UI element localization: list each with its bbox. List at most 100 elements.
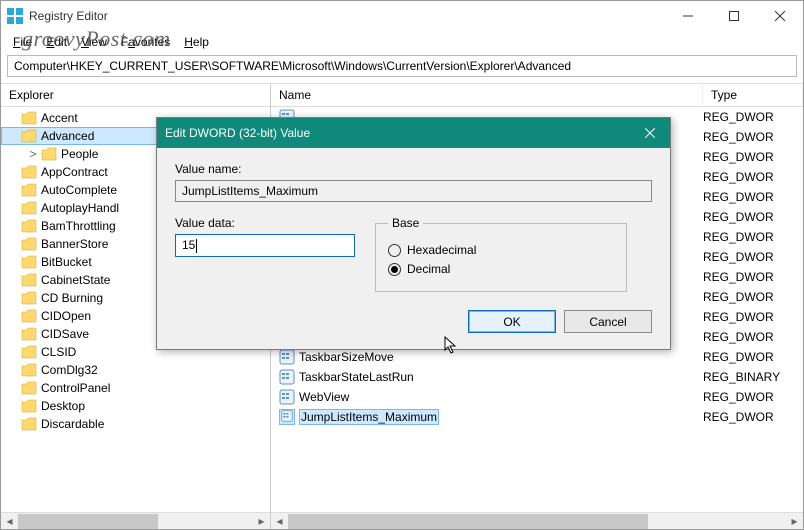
tree-scrollbar[interactable]: ◂ ▸ [1, 512, 270, 529]
base-hex-radio[interactable]: Hexadecimal [388, 243, 614, 257]
folder-icon [41, 147, 57, 161]
value-type: REG_DWOR [703, 190, 803, 204]
column-type[interactable]: Type [703, 84, 803, 106]
radio-icon [388, 263, 401, 276]
value-type: REG_DWOR [703, 310, 803, 324]
value-name-label: Value name: [175, 162, 652, 176]
radio-label: Decimal [407, 262, 450, 276]
dialog-close-button[interactable] [630, 118, 670, 148]
folder-icon [21, 363, 37, 377]
tree-item-label: Discardable [41, 417, 104, 431]
registry-value-icon [279, 369, 295, 385]
value-name: JumpListItems_Maximum [299, 409, 439, 425]
menu-bar: File Edit View Favorites Help [1, 31, 803, 53]
folder-icon [21, 255, 37, 269]
tree-item-label: People [61, 147, 98, 161]
close-button[interactable] [757, 1, 803, 31]
folder-icon [21, 273, 37, 287]
tree-item-label: AutoplayHandl [41, 201, 119, 215]
tree-item-label: CD Burning [41, 291, 103, 305]
scroll-thumb[interactable] [18, 514, 158, 529]
tree-item-label: BitBucket [41, 255, 92, 269]
value-type: REG_DWOR [703, 290, 803, 304]
folder-icon [21, 129, 37, 143]
address-bar[interactable]: Computer\HKEY_CURRENT_USER\SOFTWARE\Micr… [7, 55, 797, 77]
value-name: WebView [299, 390, 349, 404]
value-name: TaskbarSizeMove [299, 350, 394, 364]
folder-icon [21, 399, 37, 413]
scroll-right-icon[interactable]: ▸ [786, 513, 803, 530]
menu-favorites[interactable]: Favorites [115, 33, 176, 51]
app-title: Registry Editor [29, 9, 665, 23]
registry-editor-icon [7, 8, 23, 24]
folder-icon [21, 183, 37, 197]
folder-icon [21, 417, 37, 431]
value-type: REG_DWOR [703, 110, 803, 124]
scroll-left-icon[interactable]: ◂ [1, 513, 18, 530]
value-type: REG_BINARY [703, 370, 803, 384]
maximize-button[interactable] [711, 1, 757, 31]
tree-item-label: CIDSave [41, 327, 89, 341]
expander-icon[interactable]: > [27, 147, 39, 161]
cancel-button[interactable]: Cancel [564, 310, 652, 333]
dialog-buttons: OK Cancel [175, 310, 652, 333]
tree-item[interactable]: Discardable [1, 415, 270, 433]
tree-item[interactable]: ControlPanel [1, 379, 270, 397]
value-type: REG_DWOR [703, 390, 803, 404]
tree-item-label: CabinetState [41, 273, 110, 287]
folder-icon [21, 237, 37, 251]
folder-icon [21, 309, 37, 323]
list-scrollbar[interactable]: ◂ ▸ [271, 512, 803, 529]
value-name-field[interactable]: JumpListItems_Maximum [175, 180, 652, 202]
menu-help[interactable]: Help [178, 33, 215, 51]
base-decimal-radio[interactable]: Decimal [388, 262, 614, 276]
value-type: REG_DWOR [703, 410, 803, 424]
value-type: REG_DWOR [703, 230, 803, 244]
list-row[interactable]: JumpListItems_Maximum REG_DWOR [271, 407, 803, 427]
tree-item-label: BamThrottling [41, 219, 116, 233]
tree-item-label: CLSID [41, 345, 76, 359]
radio-icon [388, 244, 401, 257]
value-type: REG_DWOR [703, 270, 803, 284]
base-legend: Base [388, 216, 423, 230]
list-row[interactable]: WebView REG_DWOR [271, 387, 803, 407]
tree-item-label: Advanced [41, 129, 94, 143]
dialog-title: Edit DWORD (32-bit) Value [165, 126, 630, 140]
value-data-input[interactable]: 15 [175, 234, 355, 257]
titlebar: Registry Editor [1, 1, 803, 31]
base-fieldset: Base Hexadecimal Decimal [375, 216, 627, 292]
window-controls [665, 1, 803, 31]
folder-icon [21, 219, 37, 233]
list-row[interactable]: TaskbarStateLastRunREG_BINARY [271, 367, 803, 387]
value-type: REG_DWOR [703, 130, 803, 144]
list-row[interactable]: TaskbarSizeMoveREG_DWOR [271, 347, 803, 367]
tree-item-label: CIDOpen [41, 309, 91, 323]
column-name[interactable]: Name [271, 84, 703, 106]
tree-item-label: BannerStore [41, 237, 108, 251]
registry-value-icon [279, 349, 295, 365]
value-type: REG_DWOR [703, 210, 803, 224]
tree-item[interactable]: Desktop [1, 397, 270, 415]
minimize-button[interactable] [665, 1, 711, 31]
menu-file[interactable]: File [7, 33, 38, 51]
radio-label: Hexadecimal [407, 243, 476, 257]
scroll-right-icon[interactable]: ▸ [253, 513, 270, 530]
tree-item-label: AutoComplete [41, 183, 117, 197]
folder-icon [21, 165, 37, 179]
scroll-left-icon[interactable]: ◂ [271, 513, 288, 530]
value-type: REG_DWOR [703, 170, 803, 184]
registry-value-icon [279, 409, 295, 425]
scroll-thumb[interactable] [288, 514, 648, 529]
tree-item-label: ComDlg32 [41, 363, 98, 377]
menu-edit[interactable]: Edit [40, 33, 73, 51]
tree-item-label: AppContract [41, 165, 108, 179]
ok-button[interactable]: OK [468, 310, 556, 333]
menu-view[interactable]: View [75, 33, 113, 51]
folder-icon [21, 291, 37, 305]
dialog-titlebar[interactable]: Edit DWORD (32-bit) Value [157, 118, 670, 148]
folder-icon [21, 201, 37, 215]
tree-item[interactable]: ComDlg32 [1, 361, 270, 379]
dialog-body: Value name: JumpListItems_Maximum Value … [157, 148, 670, 349]
tree-header[interactable]: Explorer [1, 84, 270, 107]
value-data-label: Value data: [175, 216, 355, 230]
